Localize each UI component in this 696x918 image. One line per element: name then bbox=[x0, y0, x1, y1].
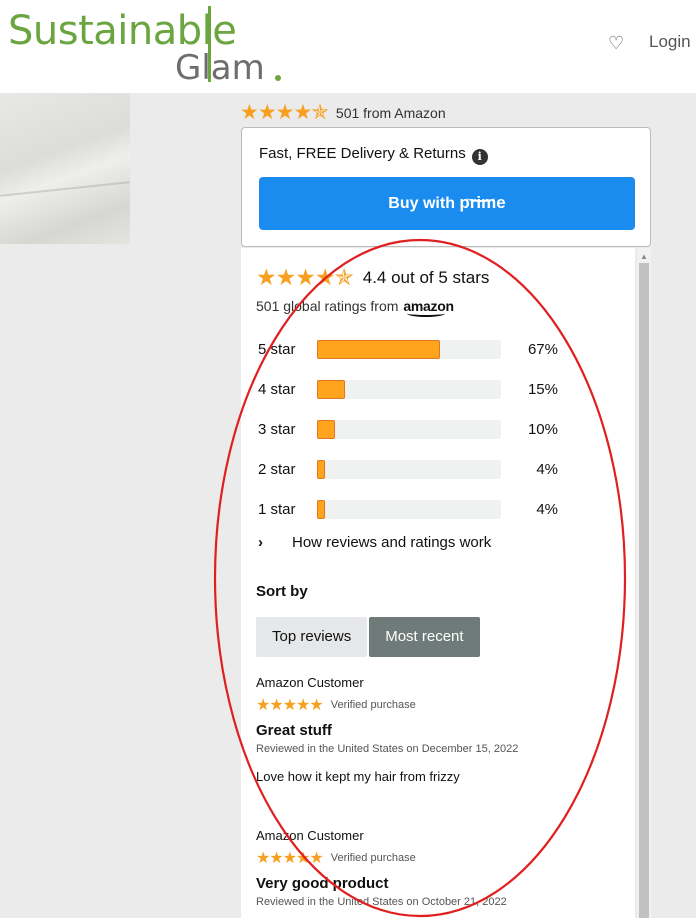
histogram-row[interactable]: 2 star 4% bbox=[258, 460, 618, 480]
delivery-box: Fast, FREE Delivery & Returns i Buy with … bbox=[241, 127, 651, 247]
sort-by-label: Sort by bbox=[256, 583, 308, 600]
global-ratings: 501 global ratings from amazon bbox=[256, 298, 454, 314]
verified-purchase-badge: Verified purchase bbox=[330, 699, 416, 711]
histogram-bar-fill bbox=[317, 500, 325, 519]
histogram-star-label: 3 star bbox=[258, 421, 296, 438]
review-item: Amazon Customer ★★★★★ Verified purchase … bbox=[256, 675, 616, 784]
histogram-bar-track bbox=[317, 420, 501, 439]
histogram-bar-fill bbox=[317, 460, 325, 479]
histogram-star-label: 4 star bbox=[258, 381, 296, 398]
prime-logo: prime bbox=[459, 193, 506, 212]
verified-purchase-badge: Verified purchase bbox=[330, 852, 416, 864]
sort-top-reviews-button[interactable]: Top reviews bbox=[256, 617, 368, 657]
histogram-row[interactable]: 4 star 15% bbox=[258, 380, 618, 400]
summary-stars-icon: ★★★★✯ bbox=[240, 101, 329, 124]
delivery-label: Fast, FREE Delivery & Returns bbox=[259, 145, 466, 162]
histogram-percent: 4% bbox=[536, 461, 558, 478]
histogram-star-label: 1 star bbox=[258, 501, 296, 518]
summary-count: 501 from Amazon bbox=[335, 104, 446, 121]
heart-icon[interactable]: ♡ bbox=[608, 33, 624, 54]
global-ratings-text: 501 global ratings from bbox=[256, 298, 399, 314]
average-stars-icon: ★★★★✯ bbox=[256, 264, 354, 290]
histogram-star-label: 5 star bbox=[258, 341, 296, 358]
histogram-bar-fill bbox=[317, 420, 335, 439]
histogram-percent: 15% bbox=[527, 381, 558, 398]
sort-most-recent-button[interactable]: Most recent bbox=[369, 617, 480, 657]
histogram-star-label: 2 star bbox=[258, 461, 296, 478]
panel-scrollbar[interactable]: ▲ bbox=[637, 248, 651, 918]
login-link[interactable]: Login bbox=[649, 32, 691, 52]
review-author: Amazon Customer bbox=[256, 675, 364, 690]
histogram-percent: 10% bbox=[527, 421, 558, 438]
scroll-thumb[interactable] bbox=[639, 263, 649, 918]
buy-with-prime-button[interactable]: Buy with prime bbox=[259, 177, 635, 230]
review-date: Reviewed in the United States on October… bbox=[256, 896, 507, 908]
average-text: 4.4 out of 5 stars bbox=[362, 267, 490, 287]
histogram-bar-track bbox=[317, 380, 501, 399]
histogram-row[interactable]: 5 star 67% bbox=[258, 340, 618, 360]
review-stars-icon: ★★★★★ bbox=[256, 850, 324, 867]
reviews-panel: ★★★★✯ 4.4 out of 5 stars 501 global rati… bbox=[241, 248, 635, 918]
summary-rating[interactable]: ★★★★✯ 501 from Amazon bbox=[240, 100, 446, 125]
histogram-percent: 67% bbox=[527, 341, 558, 358]
review-title: Very good product bbox=[256, 875, 389, 892]
histogram-bar-fill bbox=[317, 340, 440, 359]
logo-text-bottom[interactable]: Glam bbox=[175, 48, 265, 88]
how-reviews-work-link[interactable]: › How reviews and ratings work bbox=[258, 534, 491, 551]
histogram-percent: 4% bbox=[536, 501, 558, 518]
review-stars-icon: ★★★★★ bbox=[256, 697, 324, 714]
sort-options: Top reviews Most recent bbox=[256, 617, 480, 657]
info-icon[interactable]: i bbox=[471, 149, 488, 165]
amazon-logo: amazon bbox=[403, 298, 454, 314]
delivery-info: Fast, FREE Delivery & Returns i bbox=[259, 145, 488, 165]
buy-prefix: Buy with bbox=[388, 195, 460, 212]
histogram-bar-fill bbox=[317, 380, 345, 399]
review-date: Reviewed in the United States on Decembe… bbox=[256, 743, 519, 755]
histogram-bar-track bbox=[317, 340, 501, 359]
histogram-bar-track bbox=[317, 500, 501, 519]
product-image[interactable] bbox=[0, 93, 130, 244]
review-title: Great stuff bbox=[256, 722, 332, 739]
average-rating: ★★★★✯ 4.4 out of 5 stars bbox=[256, 264, 489, 291]
chevron-right-icon: › bbox=[258, 534, 263, 551]
logo-dot bbox=[275, 75, 281, 81]
review-body: Love how it kept my hair from frizzy bbox=[256, 769, 460, 784]
review-item: Amazon Customer ★★★★★ Verified purchase … bbox=[256, 828, 616, 908]
histogram-row[interactable]: 3 star 10% bbox=[258, 420, 618, 440]
scroll-up-arrow-icon[interactable]: ▲ bbox=[640, 252, 648, 261]
histogram-bar-track bbox=[317, 460, 501, 479]
how-reviews-work-label: How reviews and ratings work bbox=[292, 534, 492, 551]
site-header: Sustainable Glam ♡ Login bbox=[0, 0, 696, 93]
histogram-row[interactable]: 1 star 4% bbox=[258, 500, 618, 520]
review-author: Amazon Customer bbox=[256, 828, 364, 843]
